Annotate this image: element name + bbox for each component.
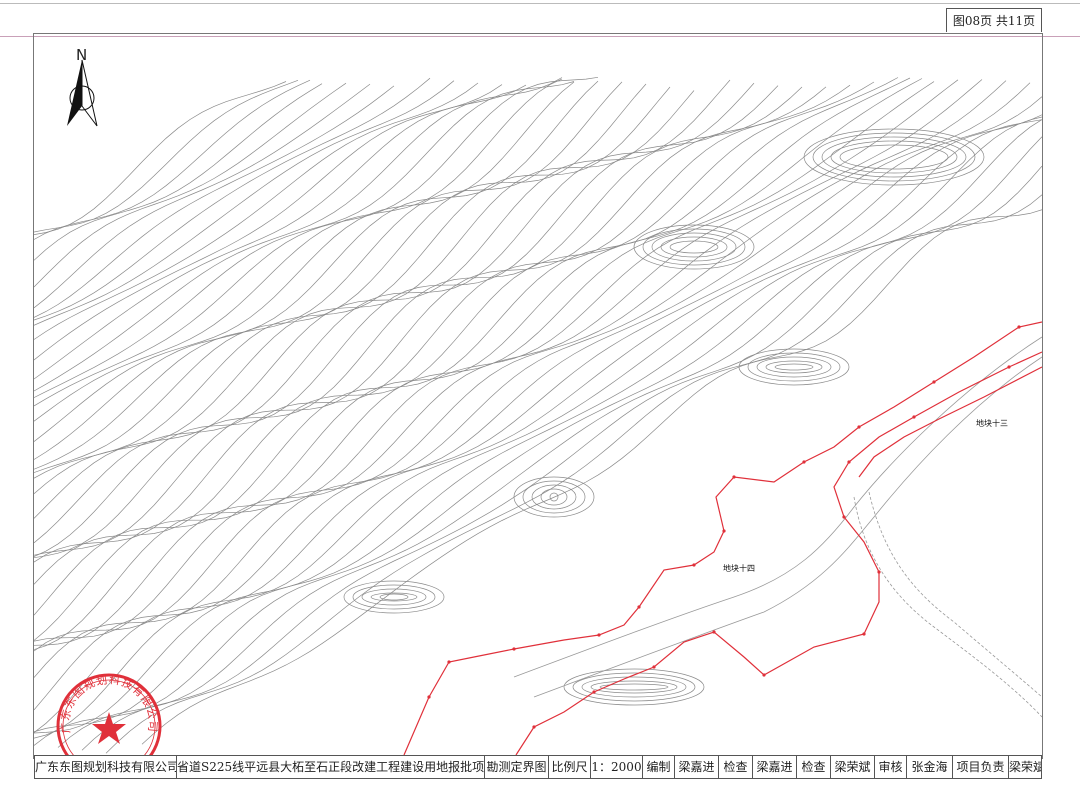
land-boundary-lines — [403, 321, 1042, 755]
boundary-point — [1017, 325, 1021, 329]
contour-knoll — [756, 356, 832, 378]
page-indicator: 图08页 共11页 — [946, 8, 1042, 32]
topographic-map — [34, 76, 1042, 755]
road-corridor — [513, 336, 1042, 718]
scale-value: 1：2000 — [591, 756, 643, 778]
contour-line — [34, 77, 563, 392]
contour-line — [34, 85, 779, 557]
project-name: 省道S225线平远县大柘至石正段改建工程建设用地报批项目 — [177, 756, 485, 778]
contour-line — [34, 81, 935, 646]
boundary-point — [597, 633, 601, 637]
contour-knoll — [669, 240, 719, 254]
boundary-point — [842, 515, 846, 519]
contour-line — [34, 81, 575, 442]
contour-knoll — [581, 676, 687, 698]
boundary-point — [732, 475, 736, 479]
contour-line — [34, 79, 731, 519]
contour-lines — [34, 76, 1042, 754]
contour-line — [34, 90, 695, 494]
contour-knoll — [590, 680, 678, 694]
boundary-point — [802, 460, 806, 464]
boundary-point — [722, 529, 726, 533]
block-13-label: 地块十三 — [976, 419, 1008, 428]
contour-knoll — [765, 360, 823, 374]
boundary-point — [512, 647, 516, 651]
title-block: 广东东图规划科技有限公司 省道S225线平远县大柘至石正段改建工程建设用地报批项… — [34, 755, 1042, 779]
north-arrow-icon — [67, 59, 98, 127]
contour-line — [34, 84, 527, 380]
contour-line — [34, 119, 1042, 746]
boundary-point — [857, 425, 861, 429]
contour-line — [34, 96, 1042, 733]
contour-knoll — [660, 236, 728, 258]
contour-knoll — [352, 584, 436, 610]
contour-line — [34, 81, 575, 398]
boundary-point — [637, 605, 641, 609]
boundary-point — [847, 460, 851, 464]
contour-line — [34, 86, 803, 559]
boundary-point — [652, 665, 656, 669]
boundary-point — [862, 632, 866, 636]
lead-label: 项目负责 — [953, 756, 1009, 778]
contour-line — [34, 81, 623, 470]
contour-line — [34, 76, 599, 407]
boundary-point — [447, 660, 451, 664]
boundary-point — [762, 673, 766, 677]
contour-line — [34, 116, 1042, 733]
contour-line — [34, 86, 671, 479]
company-name: 广东东图规划科技有限公司 — [35, 756, 177, 778]
contour-line — [34, 84, 503, 361]
review-name: 张金海 — [907, 756, 953, 778]
contour-line — [34, 86, 827, 556]
block-14-label: 地块十四 — [723, 564, 755, 573]
check-name: 梁嘉进 — [753, 756, 797, 778]
check2-name: 梁荣斌 — [831, 756, 875, 778]
boundary-point — [692, 563, 696, 567]
contour-knoll — [821, 136, 967, 178]
top-edge-line — [0, 3, 1080, 4]
boundary-point — [427, 695, 431, 699]
contour-line — [34, 81, 875, 585]
contour-line — [34, 78, 563, 422]
contour-knoll — [642, 228, 746, 266]
map-type: 勘测定界图 — [485, 756, 549, 778]
boundary-point — [1007, 365, 1011, 369]
contour-knoll — [379, 593, 409, 601]
contour-knoll — [774, 363, 814, 371]
check-label: 检查 — [719, 756, 753, 778]
lead-name: 梁荣斌 — [1009, 760, 1041, 774]
boundary-point — [877, 570, 881, 574]
check2-label: 检查 — [797, 756, 831, 778]
contour-line — [141, 209, 1042, 745]
boundary-point — [592, 690, 596, 694]
contour-knoll — [738, 348, 850, 386]
compile-label: 编制 — [643, 756, 675, 778]
scale-label: 比例尺 — [549, 756, 591, 778]
contour-knoll — [361, 588, 427, 606]
contour-line — [34, 80, 1007, 678]
contour-knoll — [812, 132, 976, 182]
boundary-point — [932, 380, 936, 384]
boundary-point-markers — [427, 325, 1021, 729]
boundary-point — [912, 415, 916, 419]
boundary-point — [712, 630, 716, 634]
contour-knoll — [839, 144, 949, 170]
compile-name: 梁嘉进 — [675, 756, 719, 778]
contour-line — [105, 194, 1042, 754]
review-label: 审核 — [875, 756, 907, 778]
boundary-point — [532, 725, 536, 729]
contour-line — [34, 84, 851, 563]
